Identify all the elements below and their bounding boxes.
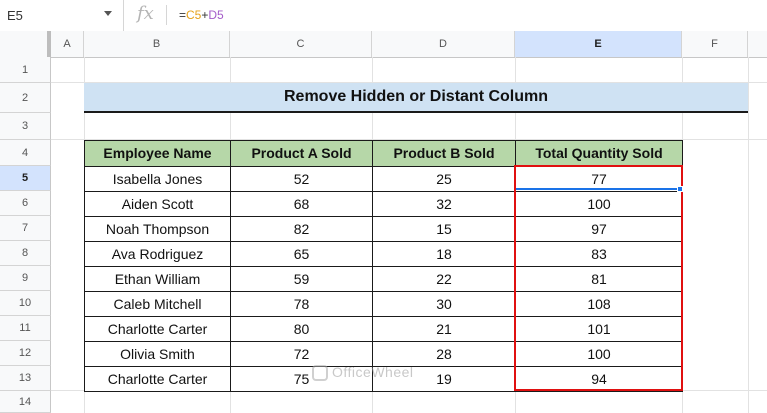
fx-icon: fx [137,3,154,24]
column-header-a[interactable]: A [51,31,84,57]
name-box-value: E5 [7,8,23,23]
cell-employee-name[interactable]: Caleb Mitchell [84,291,231,317]
cell-employee-name[interactable]: Isabella Jones [84,166,231,192]
name-box[interactable]: E5 [0,0,124,31]
cell-product-a-sold[interactable]: 80 [230,316,373,342]
cell-total-quantity-sold[interactable]: 83 [515,241,683,267]
formula-prefix: = [179,8,187,22]
fill-handle[interactable] [677,186,683,192]
cell-total-quantity-sold[interactable]: 101 [515,316,683,342]
row-header-14[interactable]: 14 [0,391,51,413]
cell-employee-name[interactable]: Charlotte Carter [84,366,231,392]
column-header-e[interactable]: E [515,31,682,57]
cell-employee-name[interactable]: Aiden Scott [84,191,231,217]
cell-total-quantity-sold[interactable]: 100 [515,341,683,367]
cell-employee-name[interactable]: Ava Rodriguez [84,241,231,267]
row-header-8[interactable]: 8 [0,241,51,266]
cell-product-a-sold[interactable]: 82 [230,216,373,242]
row-header-2[interactable]: 2 [0,83,51,113]
watermark: OfficeWheel [312,364,414,382]
cell-employee-name[interactable]: Charlotte Carter [84,316,231,342]
gridline [748,57,749,413]
selected-cell-indicator [516,188,681,190]
table-header-product-b-sold[interactable]: Product B Sold [372,140,516,167]
cell-employee-name[interactable]: Noah Thompson [84,216,231,242]
row-header-7[interactable]: 7 [0,216,51,241]
row-header-5[interactable]: 5 [0,166,51,191]
select-all-corner[interactable] [0,31,51,57]
table-header-employee-name[interactable]: Employee Name [84,140,231,167]
column-header-c[interactable]: C [230,31,372,57]
cell-product-a-sold[interactable]: 59 [230,266,373,292]
cell-product-b-sold[interactable]: 15 [372,216,516,242]
officewheel-logo-icon [312,365,328,382]
cell-product-a-sold[interactable]: 68 [230,191,373,217]
row-header-11[interactable]: 11 [0,316,51,341]
table-header-product-a-sold[interactable]: Product A Sold [230,140,373,167]
column-header-b[interactable]: B [84,31,230,57]
row-header-9[interactable]: 9 [0,266,51,291]
cell-total-quantity-sold[interactable]: 108 [515,291,683,317]
cell-product-b-sold[interactable]: 18 [372,241,516,267]
table-header-total-quantity-sold[interactable]: Total Quantity Sold [515,140,683,167]
cell-product-b-sold[interactable]: 32 [372,191,516,217]
watermark-text: OfficeWheel [332,364,414,380]
column-header-f[interactable]: F [682,31,748,57]
row-header-10[interactable]: 10 [0,291,51,316]
row-header-6[interactable]: 6 [0,191,51,216]
cell-total-quantity-sold[interactable]: 94 [515,366,683,392]
row-header-13[interactable]: 13 [0,366,51,391]
cell-product-b-sold[interactable]: 30 [372,291,516,317]
cell-total-quantity-sold[interactable]: 100 [515,191,683,217]
chevron-down-icon[interactable] [104,11,112,16]
cell-product-a-sold[interactable]: 65 [230,241,373,267]
row-header-4[interactable]: 4 [0,140,51,166]
cell-total-quantity-sold[interactable]: 81 [515,266,683,292]
row-header-3[interactable]: 3 [0,113,51,140]
cell-product-a-sold[interactable]: 52 [230,166,373,192]
cell-total-quantity-sold[interactable]: 97 [515,216,683,242]
formula-bar: E5 fx =C5+D5 [0,0,767,32]
sheet-title: Remove Hidden or Distant Column [84,83,748,113]
formula-ref-d5: D5 [208,8,224,22]
cell-product-b-sold[interactable]: 25 [372,166,516,192]
row-header-1[interactable]: 1 [0,57,51,83]
divider [166,5,167,25]
cell-employee-name[interactable]: Ethan William [84,266,231,292]
row-header-12[interactable]: 12 [0,341,51,366]
cell-product-a-sold[interactable]: 78 [230,291,373,317]
formula-input[interactable]: =C5+D5 [179,8,224,22]
cell-product-b-sold[interactable]: 21 [372,316,516,342]
cell-product-b-sold[interactable]: 22 [372,266,516,292]
cell-employee-name[interactable]: Olivia Smith [84,341,231,367]
column-header-d[interactable]: D [372,31,515,57]
formula-ref-c5: C5 [186,8,202,22]
